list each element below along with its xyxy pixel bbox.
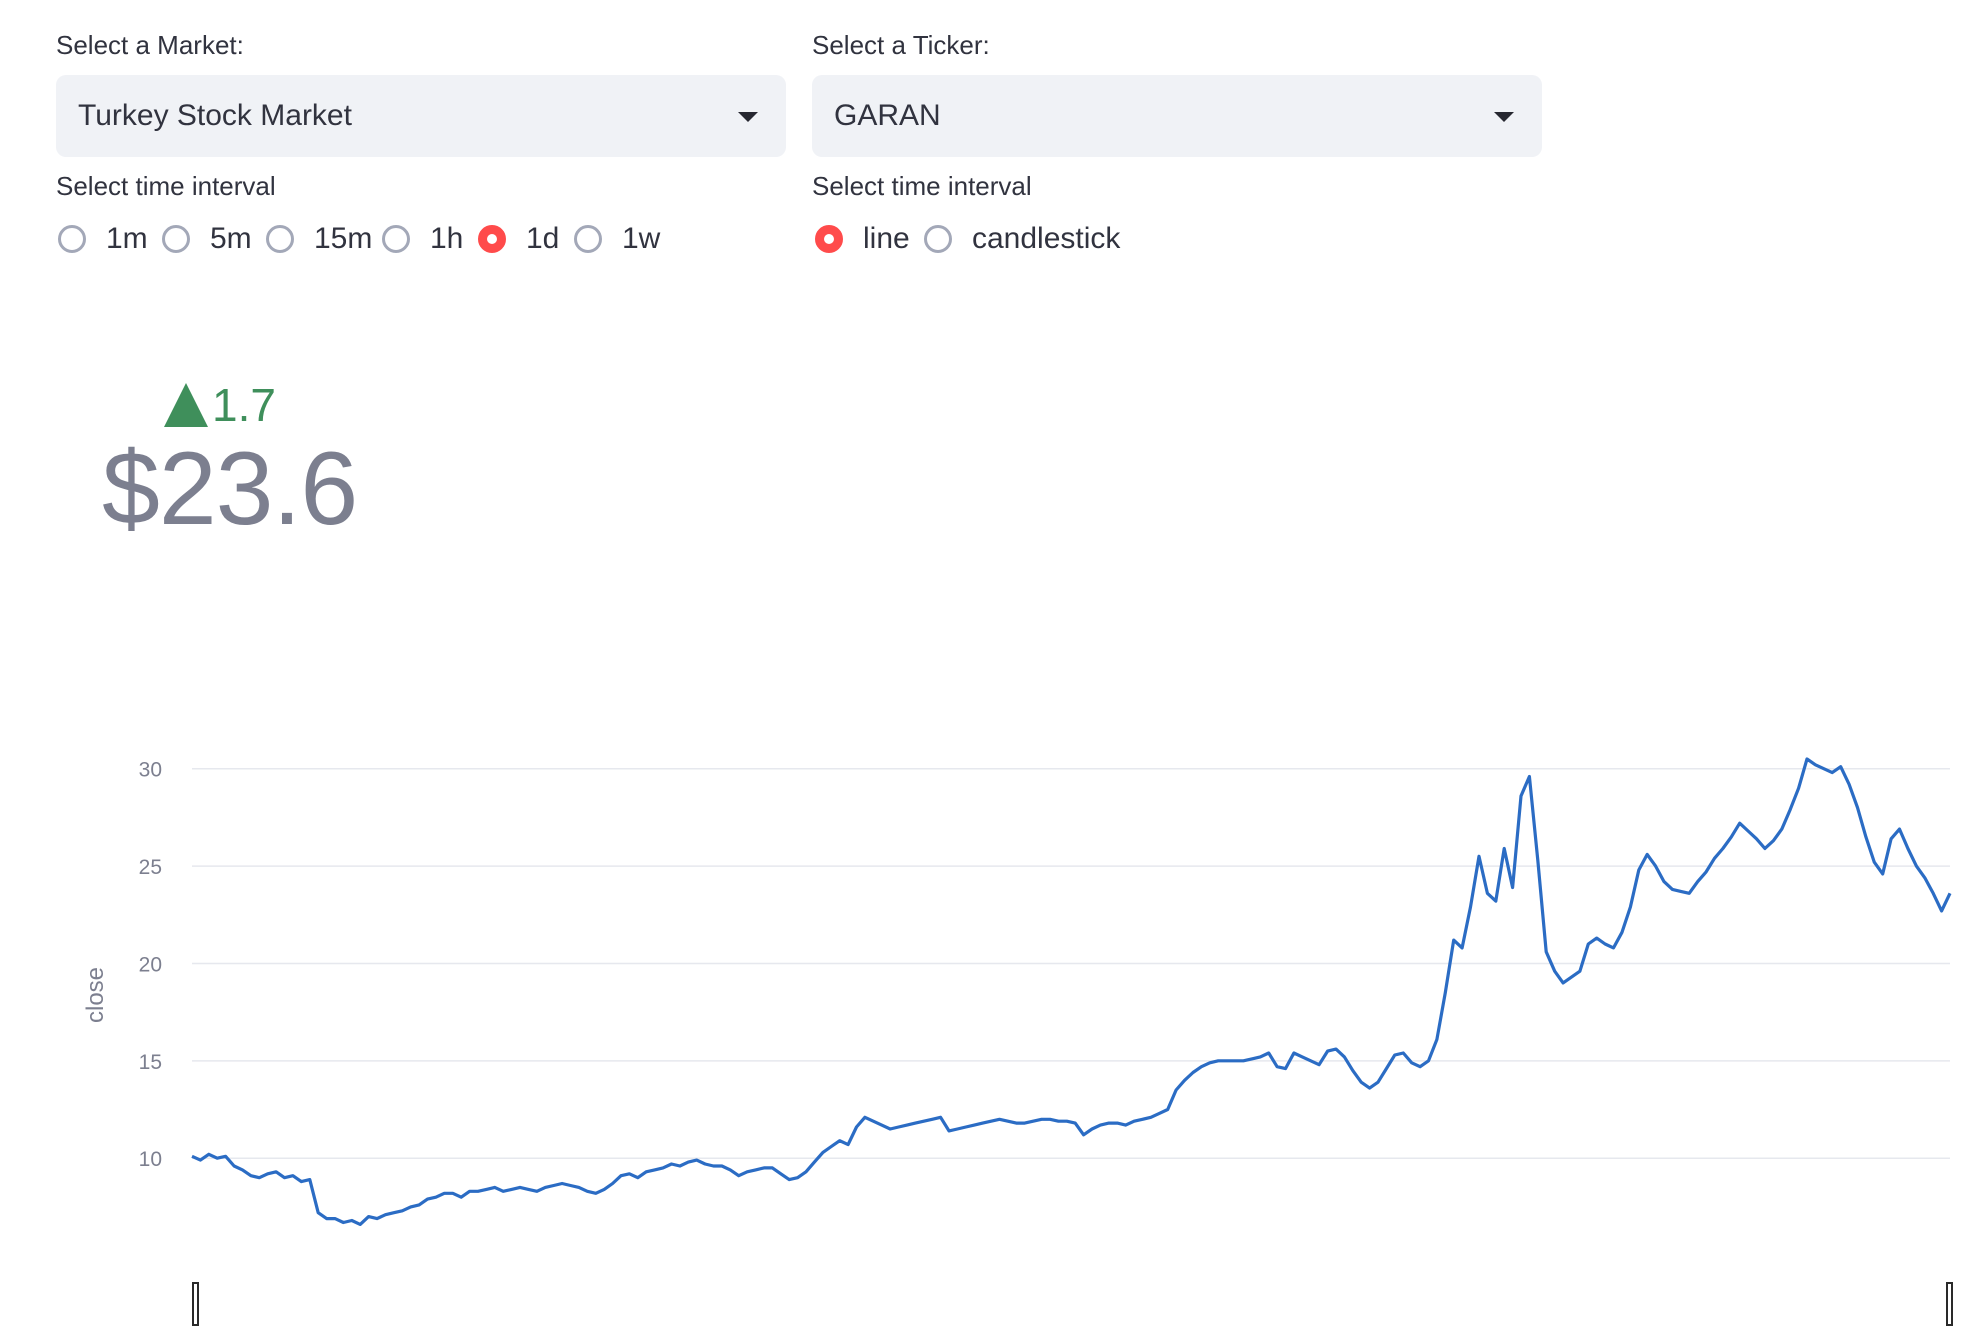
radio-circle-icon — [58, 225, 86, 253]
interval-option-1m[interactable]: 1m — [58, 222, 162, 256]
radio-checked-icon — [478, 225, 506, 253]
y-tick-label: 25 — [139, 856, 162, 879]
interval-option-1w[interactable]: 1w — [574, 222, 674, 256]
y-axis-label: close — [82, 967, 109, 1023]
radio-option-label: 15m — [314, 222, 373, 255]
metric-value: $23.6 — [102, 431, 358, 547]
ticker-select[interactable]: GARAN — [812, 75, 1542, 157]
radio-circle-icon — [382, 225, 410, 253]
y-tick-label: 20 — [139, 953, 162, 976]
metric-delta: 1.7 — [164, 378, 276, 432]
interval-option-1d[interactable]: 1d — [478, 222, 574, 256]
price-series-line — [191, 757, 1952, 1226]
chart-type-radio-label: Select time interval — [812, 171, 1032, 201]
metric-delta-value: 1.7 — [212, 379, 276, 431]
chart-y-ticks: 10 15 20 25 30 — [139, 759, 162, 1172]
chart-type-option-line[interactable]: line — [815, 222, 924, 256]
y-tick-label: 10 — [139, 1148, 162, 1171]
interval-option-5m[interactable]: 5m — [162, 222, 266, 256]
radio-checked-icon — [815, 225, 843, 253]
radio-option-label: 5m — [210, 222, 252, 255]
radio-circle-icon — [266, 225, 294, 253]
ticker-select-label: Select a Ticker: — [812, 30, 990, 60]
radio-option-label: 1m — [106, 222, 148, 255]
chevron-down-icon — [1494, 112, 1514, 122]
y-tick-label: 30 — [139, 759, 162, 782]
chart-type-option-candlestick[interactable]: candlestick — [924, 222, 1124, 256]
interval-radio-label: Select time interval — [56, 171, 276, 201]
radio-option-label: 1w — [622, 222, 661, 255]
radio-option-label: line — [863, 222, 910, 255]
range-slider-right-handle[interactable] — [1946, 1282, 1953, 1326]
interval-option-1h[interactable]: 1h — [382, 222, 478, 256]
market-select-label: Select a Market: — [56, 30, 244, 60]
radio-circle-icon — [162, 225, 190, 253]
y-tick-label: 15 — [139, 1051, 162, 1074]
interval-radio-group: 1m 5m 15m 1h 1d 1w — [58, 222, 674, 256]
ticker-select-value: GARAN — [834, 99, 941, 132]
radio-circle-icon — [924, 225, 952, 253]
chevron-down-icon — [738, 112, 758, 122]
radio-circle-icon — [574, 225, 602, 253]
price-line-chart[interactable]: 10 15 20 25 30 close — [0, 720, 1978, 1344]
radio-option-label: 1h — [430, 222, 464, 255]
interval-option-15m[interactable]: 15m — [266, 222, 382, 256]
arrow-up-icon — [164, 383, 208, 427]
range-slider-left-handle[interactable] — [192, 1282, 199, 1326]
radio-option-label: candlestick — [972, 222, 1121, 255]
radio-option-label: 1d — [526, 222, 560, 255]
chart-gridlines — [192, 767, 1950, 1159]
market-select[interactable]: Turkey Stock Market — [56, 75, 786, 157]
market-select-value: Turkey Stock Market — [78, 99, 352, 132]
chart-type-radio-group: line candlestick — [815, 222, 1124, 256]
